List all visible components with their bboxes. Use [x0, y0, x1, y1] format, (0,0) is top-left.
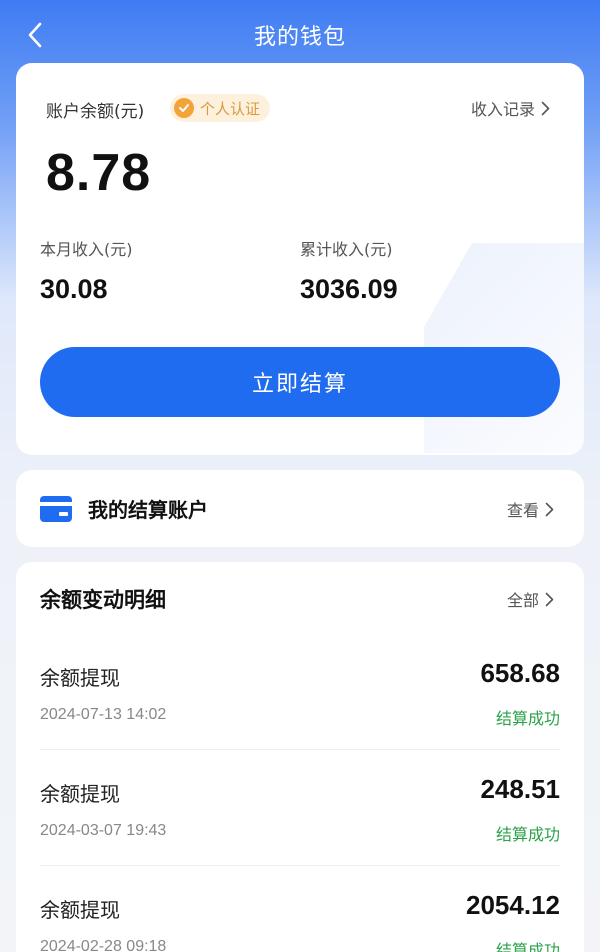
chevron-right-icon [545, 502, 554, 516]
balance-amount: 8.78 [46, 144, 152, 202]
total-income-value: 3036.09 [300, 274, 398, 304]
verification-badge: 个人认证 [170, 94, 271, 122]
month-income-label: 本月收入(元) [40, 240, 133, 259]
back-arrow-icon [28, 22, 42, 48]
transaction-row[interactable]: 余额提现 2024-02-28 09:18 2054.12 结算成功 [40, 866, 560, 952]
balance-card: 账户余额(元) 个人认证 收入记录 8.78 本月收入(元) 30.08 累计收… [16, 63, 584, 455]
bank-card-icon [40, 496, 72, 522]
chevron-right-icon [541, 101, 550, 115]
total-income-label: 累计收入(元) [300, 240, 393, 259]
chevron-right-icon [545, 592, 554, 606]
details-title: 余额变动明细 [40, 588, 166, 612]
month-income-value: 30.08 [40, 274, 108, 304]
transaction-list: 余额提现 2024-07-13 14:02 658.68 结算成功 余额提现 2… [40, 634, 560, 952]
view-label: 查看 [506, 501, 539, 520]
transaction-amount: 2054.12 [466, 890, 560, 920]
transaction-row[interactable]: 余额提现 2024-07-13 14:02 658.68 结算成功 [40, 634, 560, 750]
balance-details-card: 余额变动明细 全部 余额提现 2024-07-13 14:02 658.68 结… [16, 562, 584, 952]
transaction-date: 2024-03-07 19:43 [40, 822, 167, 839]
transaction-status: 结算成功 [495, 709, 560, 728]
transaction-date: 2024-07-13 14:02 [40, 706, 167, 723]
transaction-row[interactable]: 余额提现 2024-03-07 19:43 248.51 结算成功 [40, 750, 560, 866]
balance-label: 账户余额(元) [46, 102, 145, 122]
transaction-amount: 658.68 [480, 658, 560, 688]
transaction-amount: 248.51 [480, 774, 560, 804]
view-all-link[interactable]: 全部 [507, 587, 554, 611]
transaction-date: 2024-02-28 09:18 [40, 938, 167, 952]
settlement-account-row[interactable]: 我的结算账户 查看 [16, 470, 584, 547]
view-account-link[interactable]: 查看 [507, 497, 554, 521]
view-all-label: 全部 [506, 591, 539, 610]
transaction-status: 结算成功 [495, 825, 560, 844]
income-records-label: 收入记录 [470, 100, 535, 119]
transaction-name: 余额提现 [40, 898, 120, 922]
verified-check-icon [174, 98, 194, 118]
income-records-link[interactable]: 收入记录 [471, 96, 550, 120]
top-nav-bar: 我的钱包 [0, 0, 600, 70]
settlement-account-label: 我的结算账户 [88, 498, 208, 522]
transaction-name: 余额提现 [40, 782, 120, 806]
settle-now-button[interactable]: 立即结算 [40, 347, 560, 417]
transaction-name: 余额提现 [40, 666, 120, 690]
transaction-status: 结算成功 [495, 941, 560, 952]
back-button[interactable] [20, 18, 50, 52]
badge-label: 个人认证 [200, 99, 261, 118]
page-title: 我的钱包 [253, 25, 346, 50]
